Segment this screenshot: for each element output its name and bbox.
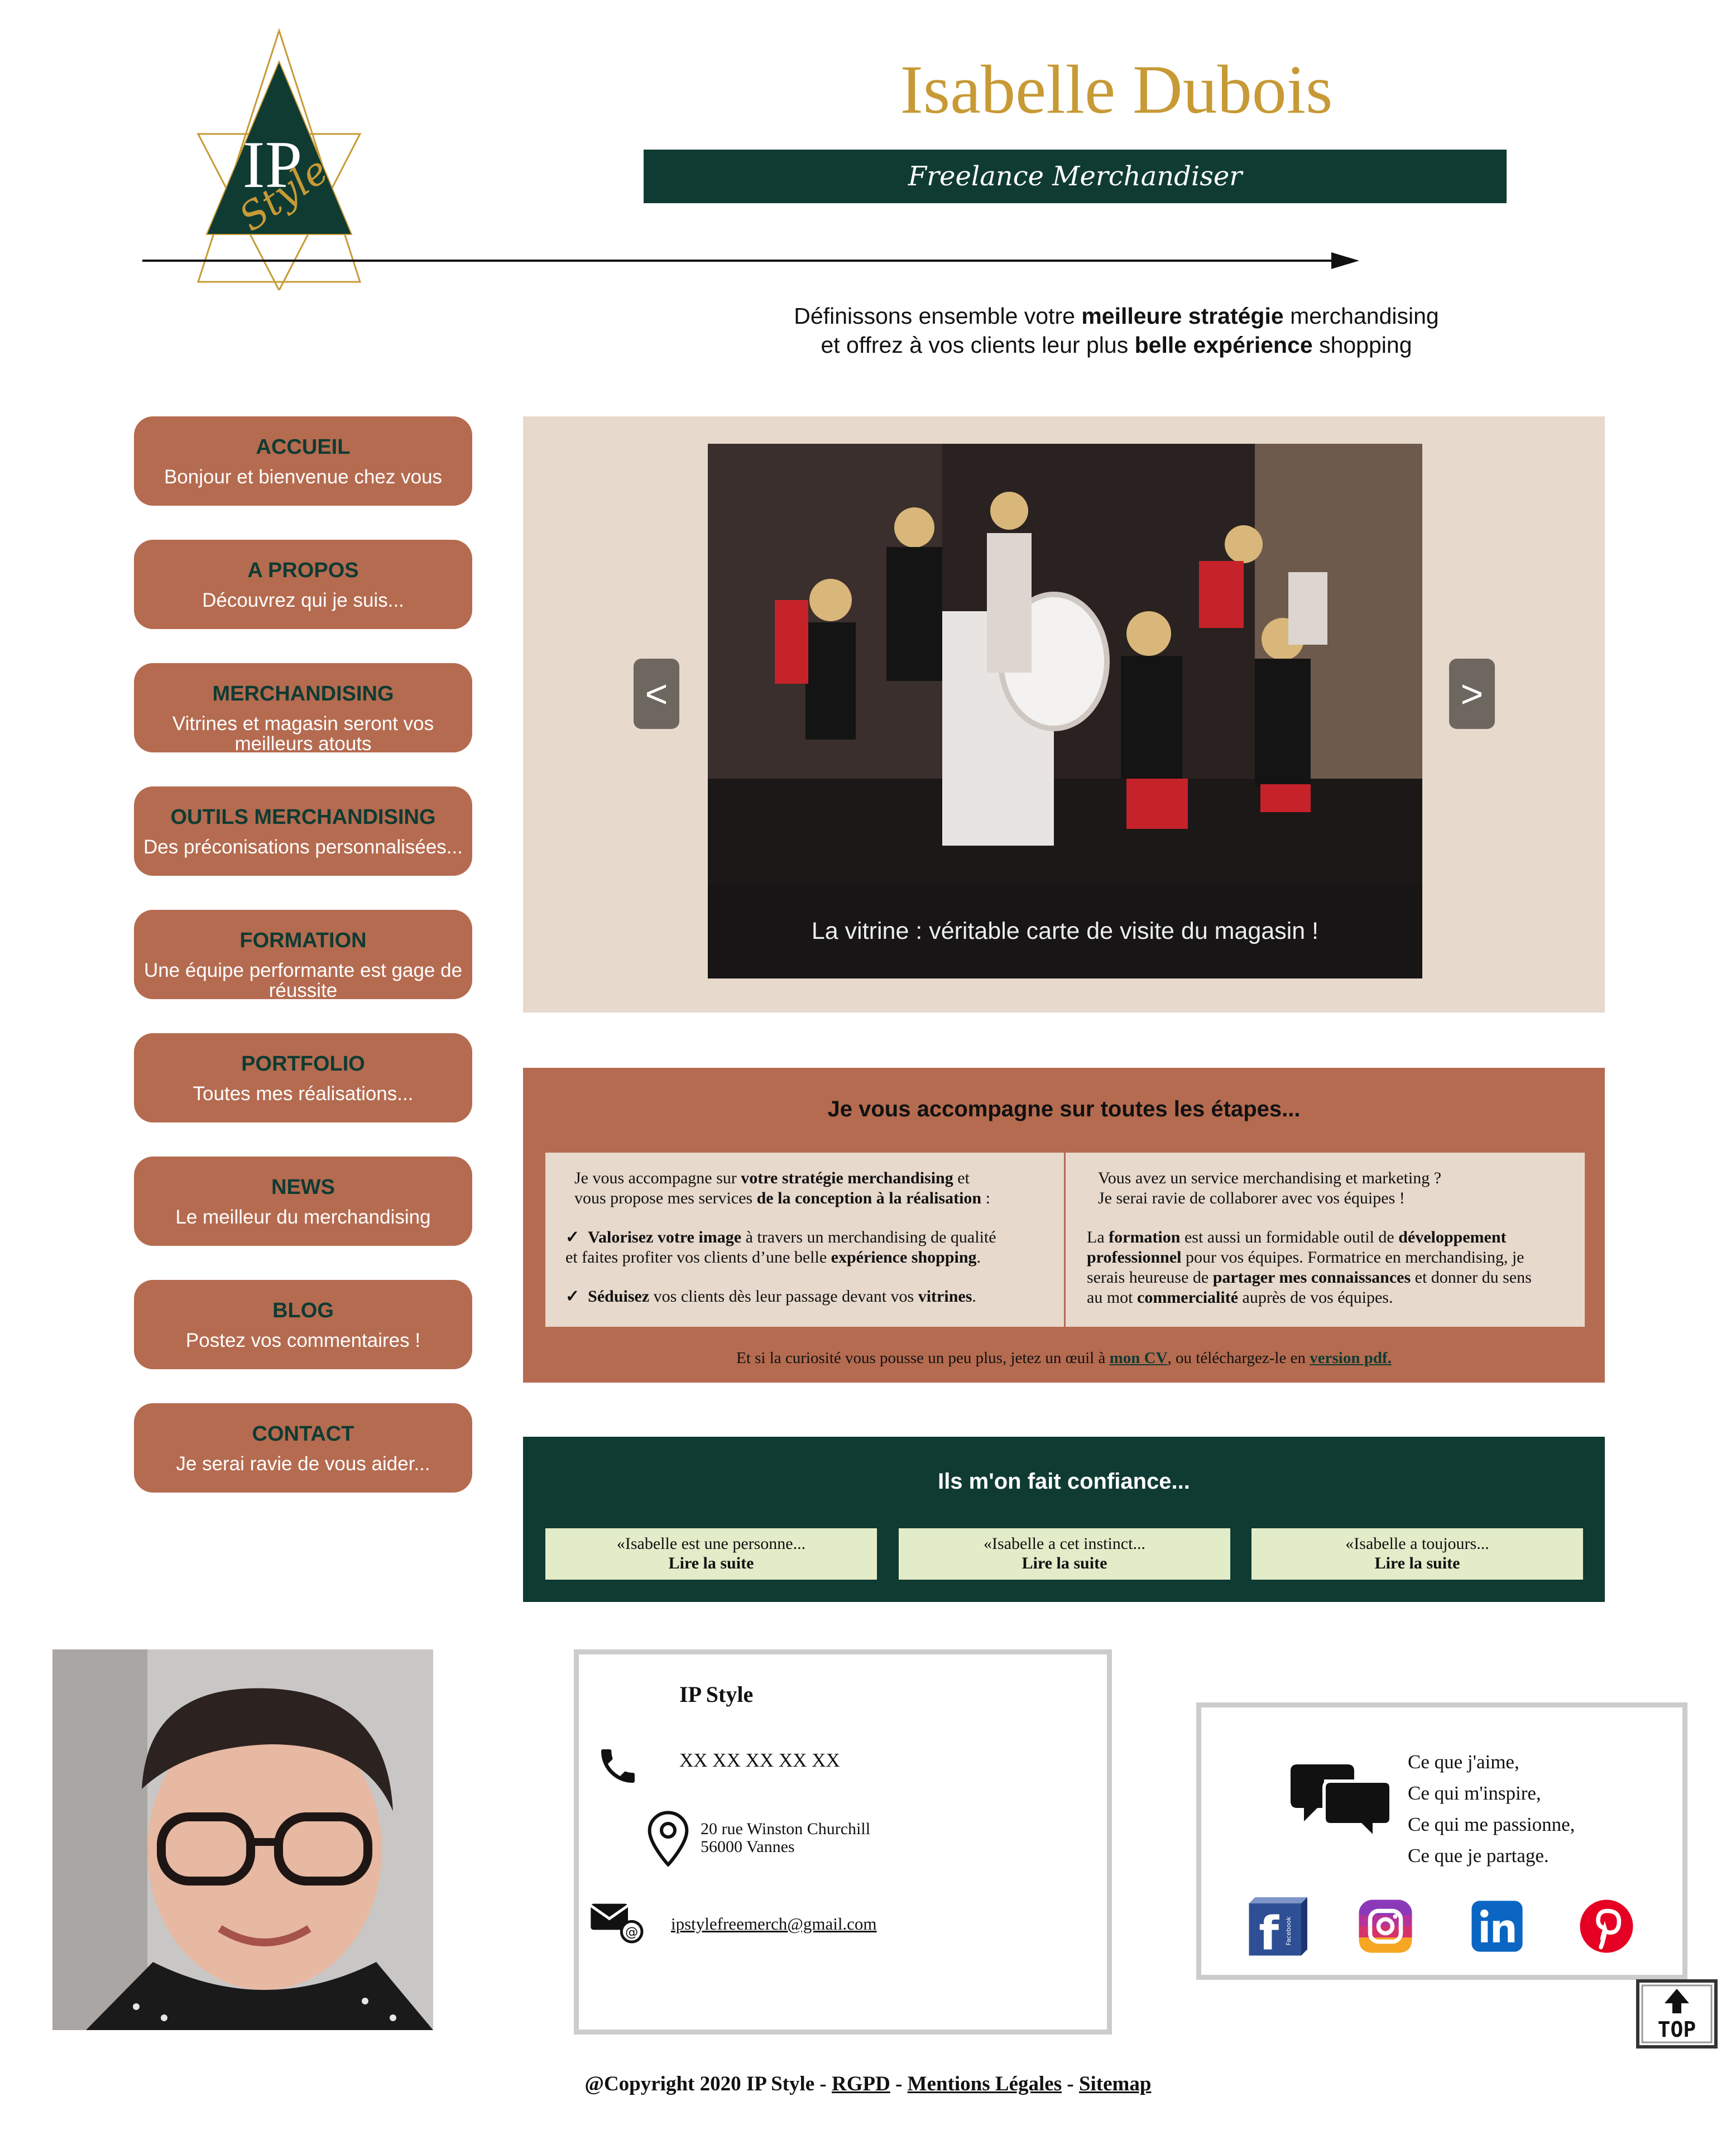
email-icon: @ <box>589 1903 644 1944</box>
intro-text: Définissons ensemble votre meilleure str… <box>794 303 1439 358</box>
chat-bubbles-icon <box>1291 1764 1391 1841</box>
cv-line: Et si la curiosité vous pousse un peu pl… <box>736 1349 1392 1367</box>
arrow-up-icon: TOP <box>1636 1979 1718 2049</box>
read-more-link: Lire la suite <box>1022 1554 1107 1572</box>
services-right-training: La formation est aussi un formidable out… <box>1087 1228 1532 1307</box>
read-more-link: Lire la suite <box>1374 1554 1460 1572</box>
nav-outils-merchandising[interactable]: OUTILS MERCHANDISING Des préconisations p… <box>134 786 472 876</box>
testimonial-card[interactable]: «Isabelle a toujours... Lire la suite <box>1251 1528 1583 1580</box>
services-bullet-image: ✓ Valorisez votre image à travers un mer… <box>565 1228 996 1267</box>
nav-contact[interactable]: CONTACT Je serai ravie de vous aider... <box>134 1403 472 1493</box>
phone-number[interactable]: XX XX XX XX XX <box>679 1749 840 1772</box>
address: 20 rue Winston Churchill 56000 Vannes <box>701 1820 871 1856</box>
nav-formation[interactable]: FORMATION Une équipe performante est gage… <box>134 910 472 1001</box>
nav-portfolio[interactable]: PORTFOLIO Toutes mes réalisations... <box>134 1033 472 1122</box>
location-pin-icon <box>648 1811 689 1867</box>
slider-next-button[interactable]: > <box>1449 659 1495 729</box>
footer: @Copyright 2020 IP Style - RGPD - Mentio… <box>584 2073 1152 2095</box>
back-to-top-button[interactable]: TOP <box>1636 1979 1718 2049</box>
tagline-text: Freelance Merchandiser <box>908 161 1243 192</box>
social-motto: Ce que j'aime, Ce qui m'inspire, Ce qui me… <box>1408 1751 1575 1867</box>
slide-caption: La vitrine : véritable carte de visite d… <box>708 884 1422 978</box>
slider-prev-button[interactable]: < <box>634 659 679 729</box>
check-icon: ✓ <box>565 1287 580 1306</box>
timeline-arrow <box>142 252 1359 269</box>
nav-blog[interactable]: BLOG Postez vos commentaires ! <box>134 1280 472 1369</box>
nav-news[interactable]: NEWS Le meilleur du merchandising <box>134 1157 472 1246</box>
footer-link-legal[interactable]: Mentions Légales <box>908 2073 1062 2095</box>
testimonial-card[interactable]: «Isabelle est une personne... Lire la sui… <box>545 1528 877 1580</box>
services-title: Je vous accompagne sur toutes les étapes… <box>827 1097 1301 1121</box>
read-more-link: Lire la suite <box>668 1554 754 1572</box>
instagram-icon[interactable] <box>1358 1898 1413 1954</box>
chevron-left-icon: < <box>645 672 668 716</box>
profile-photo <box>52 1649 433 2030</box>
testimonials-title: Ils m'on fait confiance... <box>938 1469 1190 1494</box>
nav-merchandising[interactable]: MERCHANDISING Vitrines et magasin seront … <box>134 663 472 754</box>
nav-accueil[interactable]: ACCUEIL Bonjour et bienvenue chez vous <box>134 416 472 506</box>
facebook-icon[interactable]: f Facebook <box>1246 1897 1307 1959</box>
ip-style-logo[interactable]: IP Style <box>190 28 368 290</box>
tagline-banner: Freelance Merchandiser <box>644 150 1507 203</box>
linkedin-icon[interactable] <box>1470 1899 1524 1953</box>
services-left-column: Je vous accompagne sur votre stratégie m… <box>574 1169 990 1207</box>
site-title: Isabelle Dubois <box>900 51 1333 128</box>
nav-a-propos[interactable]: A PROPOS Découvrez qui je suis... <box>134 540 472 629</box>
cv-link[interactable]: mon CV <box>1110 1349 1168 1367</box>
company-name: IP Style <box>679 1682 754 1707</box>
cv-pdf-link[interactable]: version pdf. <box>1310 1349 1392 1367</box>
footer-link-rgpd[interactable]: RGPD <box>832 2073 890 2095</box>
services-right-intro: Vous avez un service merchandising et ma… <box>1098 1169 1442 1207</box>
services-bullet-windows: ✓ Séduisez vos clients dès leur passage … <box>565 1287 976 1306</box>
check-icon: ✓ <box>565 1228 580 1246</box>
phone-icon <box>601 1749 635 1783</box>
services-divider <box>1064 1153 1066 1327</box>
contact-card: IP Style XX XX XX XX XX 20 rue Winston C… <box>574 1649 1112 2035</box>
svg-text:f: f <box>1259 1907 1279 1959</box>
testimonial-card[interactable]: «Isabelle a cet instinct... Lire la suite <box>899 1528 1230 1580</box>
copyright: @Copyright 2020 IP Style <box>584 2073 815 2095</box>
svg-text:@: @ <box>625 1924 638 1940</box>
svg-text:Facebook: Facebook <box>1285 1916 1292 1945</box>
chevron-right-icon: > <box>1460 672 1484 716</box>
pinterest-icon[interactable] <box>1579 1898 1634 1954</box>
email-link[interactable]: ipstylefreemerch@gmail.com <box>671 1914 877 1934</box>
svg-text:TOP: TOP <box>1658 2017 1696 2042</box>
social-card: Ce que j'aime, Ce qui m'inspire, Ce qui me… <box>1196 1702 1687 1980</box>
footer-link-sitemap[interactable]: Sitemap <box>1079 2073 1152 2095</box>
